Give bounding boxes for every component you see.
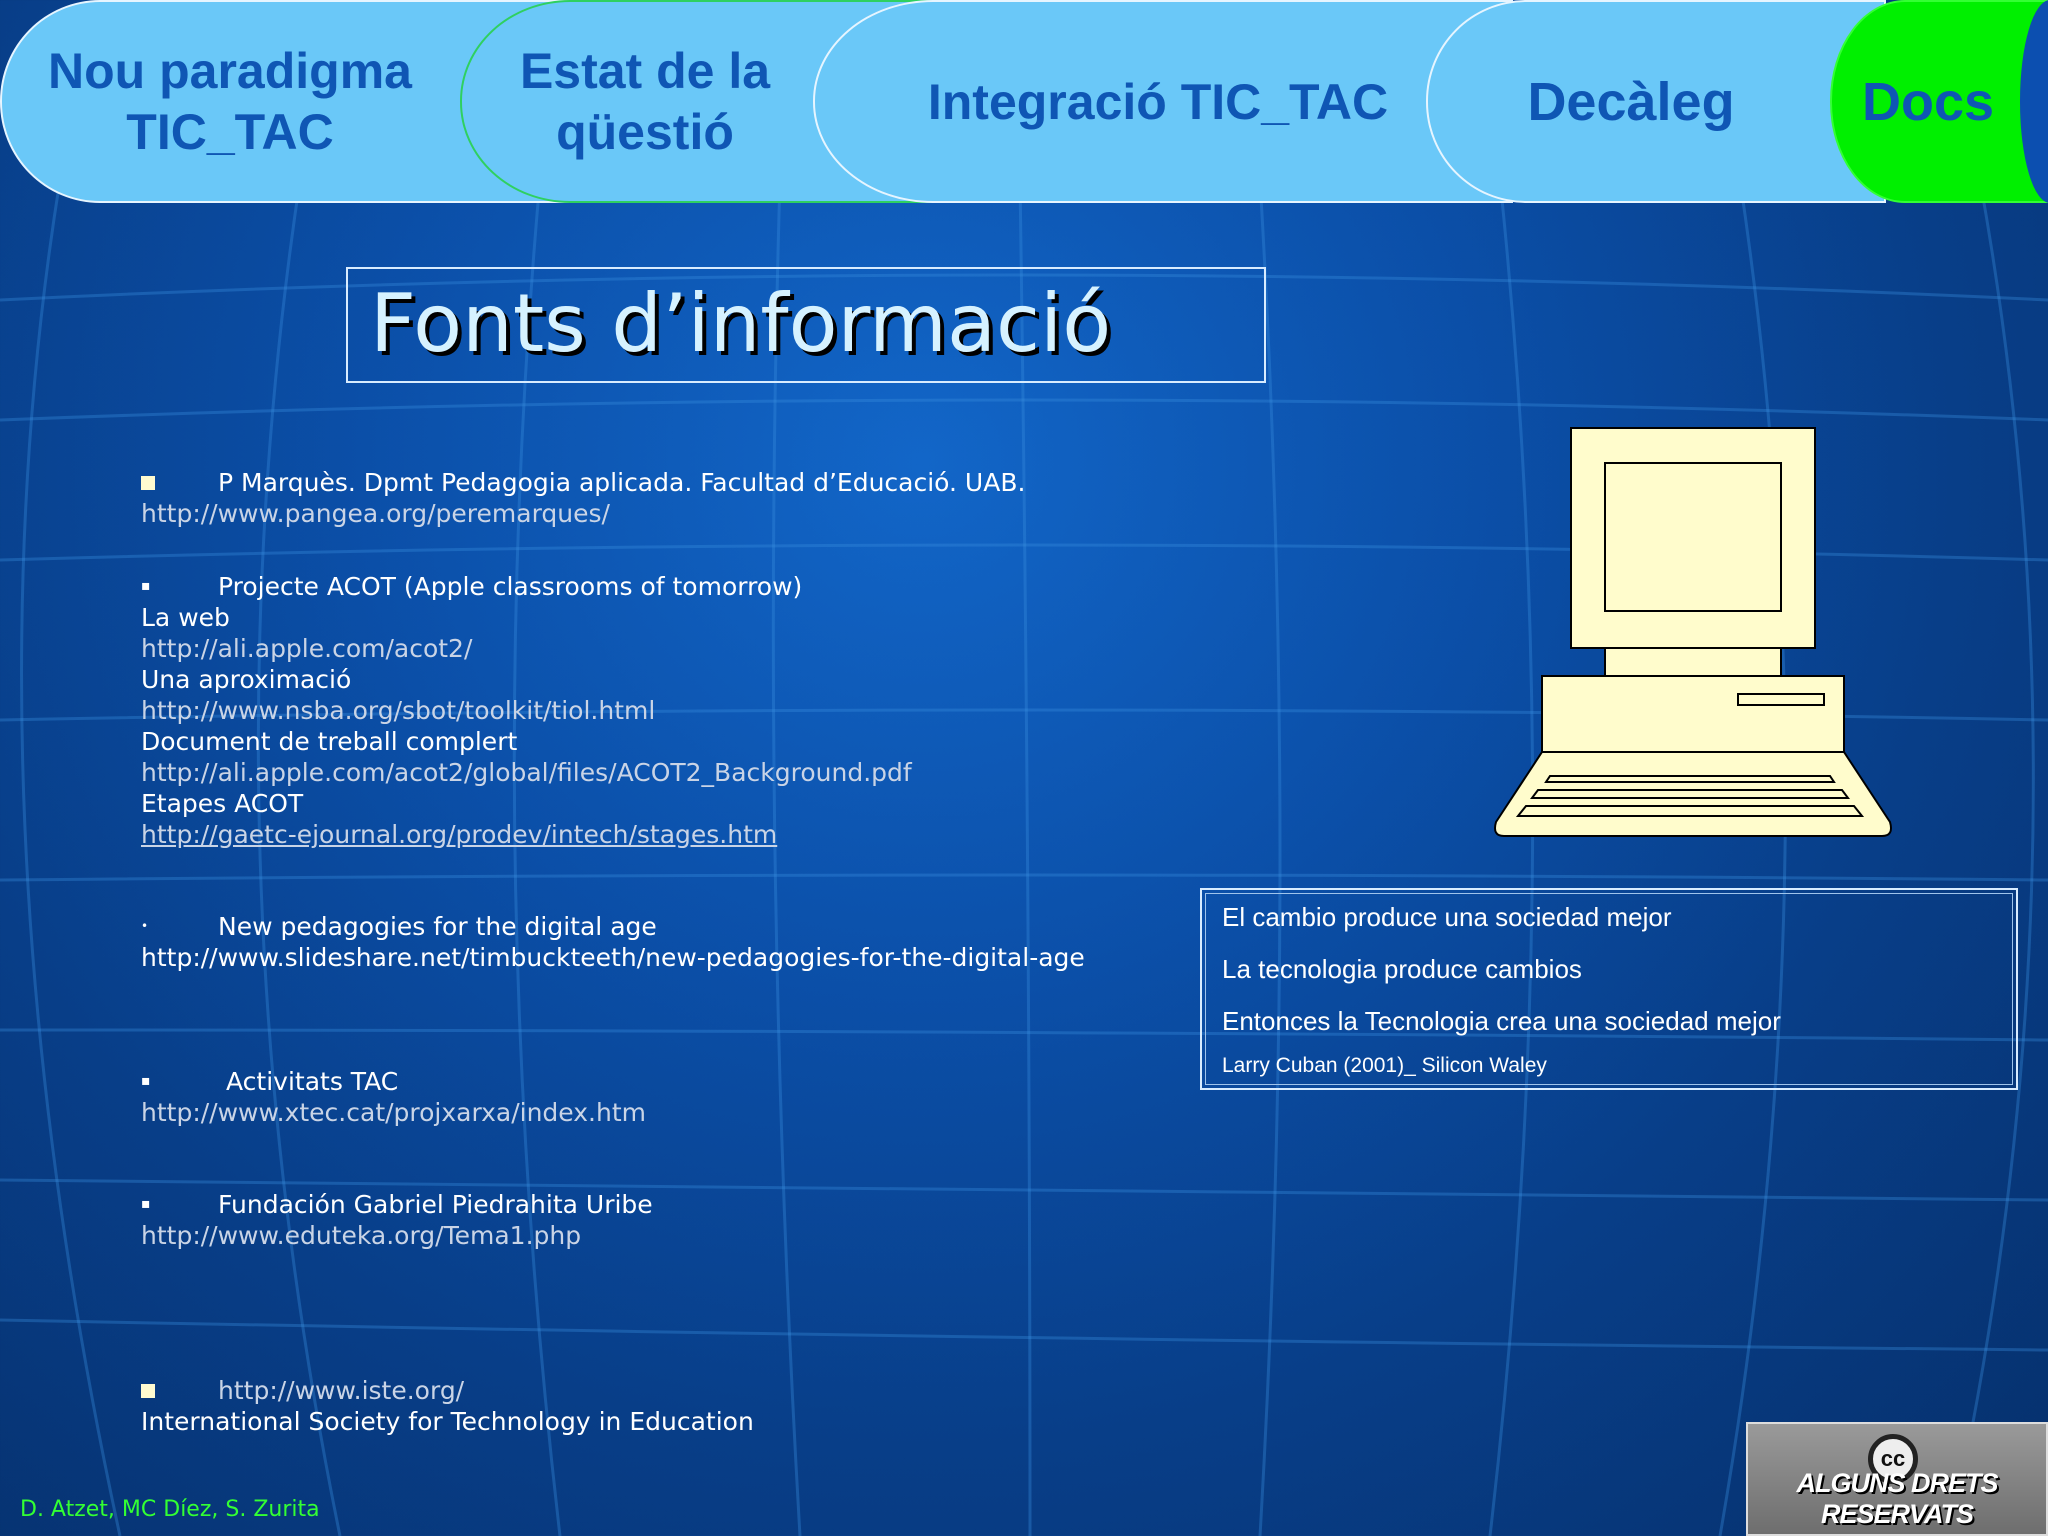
entry-desc: International Society for Technology in … <box>141 1407 754 1436</box>
list-item-fundacion: ▪ Fundación Gabriel Piedrahita Uribe htt… <box>141 1189 653 1251</box>
tab-label-line2: qüestió <box>556 103 734 160</box>
list-item-acot: ▪ Projecte ACOT (Apple classrooms of tom… <box>141 571 912 850</box>
computer-icon <box>1494 427 1892 837</box>
list-item-iste: http://www.iste.org/ International Socie… <box>141 1375 754 1437</box>
list-item-tac: ▪ Activitats TAC http://www.xtec.cat/pro… <box>141 1066 646 1128</box>
quote-box: El cambio produce una sociedad mejor La … <box>1200 888 2018 1090</box>
entry-head: New pedagogies for the digital age <box>218 912 657 941</box>
entry-head: Activitats TAC <box>226 1067 399 1096</box>
link-xtec[interactable]: http://www.xtec.cat/projxarxa/index.htm <box>141 1097 646 1128</box>
tab-label: Integració TIC_TAC <box>927 73 1389 130</box>
tab-label-line1: Estat de la <box>519 42 771 99</box>
entry-head: P Marquès. Dpmt Pedagogia aplicada. Facu… <box>218 468 1026 497</box>
tab-label-line2: TIC_TAC <box>126 103 334 160</box>
label-la-web: La web <box>141 603 230 632</box>
label-etapes: Etapes ACOT <box>141 789 304 818</box>
quote-line-1: El cambio produce una sociedad mejor <box>1222 902 1672 932</box>
list-item-marques: P Marquès. Dpmt Pedagogia aplicada. Facu… <box>141 467 1025 529</box>
link-nsba[interactable]: http://www.nsba.org/sbot/toolkit/tiol.ht… <box>141 695 912 726</box>
link-gaetc[interactable]: http://gaetc-ejournal.org/prodev/intech/… <box>141 819 912 850</box>
tab-integracio[interactable]: Integració TIC_TAC <box>813 0 1513 203</box>
bullet-icon: ▪ <box>141 1196 151 1212</box>
tab-label: Docs <box>1862 71 1995 132</box>
creative-commons-badge[interactable]: cc ALGUNS DRETS RESERVATS <box>1746 1422 2048 1536</box>
bullet-square-icon <box>141 476 155 490</box>
tab-label-line1: Nou paradigma <box>48 42 412 99</box>
license-text: ALGUNS DRETS RESERVATS <box>1796 1468 1998 1529</box>
tab-decaleg[interactable]: Decàleg <box>1426 0 1886 203</box>
tab-label: Decàleg <box>1527 71 1735 132</box>
link-acot2-background[interactable]: http://ali.apple.com/acot2/global/files/… <box>141 757 912 788</box>
bullet-icon: • <box>141 919 149 933</box>
label-aproximacio: Una aproximació <box>141 665 352 694</box>
label-document: Document de treball complert <box>141 727 518 756</box>
title-box: Fonts d’informació <box>346 267 1266 383</box>
quote-line-2: La tecnologia produce cambios <box>1222 954 1582 984</box>
bullet-square-icon <box>141 1384 155 1398</box>
list-item-pedagogies: • New pedagogies for the digital age htt… <box>141 911 1085 973</box>
quote-line-3: Entonces la Tecnologia crea una sociedad… <box>1222 1006 1781 1036</box>
bullet-icon: ▪ <box>141 578 151 594</box>
entry-head: Projecte ACOT (Apple classrooms of tomor… <box>218 572 803 601</box>
link-acot2[interactable]: http://ali.apple.com/acot2/ <box>141 633 912 664</box>
link-eduteka[interactable]: http://www.eduteka.org/Tema1.php <box>141 1220 653 1251</box>
authors-footer: D. Atzet, MC Díez, S. Zurita <box>20 1497 320 1522</box>
link-iste[interactable]: http://www.iste.org/ <box>141 1375 754 1406</box>
page-title: Fonts d’informació <box>370 277 1112 370</box>
link-pangea[interactable]: http://www.pangea.org/peremarques/ <box>141 498 1025 529</box>
bullet-icon: ▪ <box>141 1073 151 1089</box>
link-slideshare[interactable]: http://www.slideshare.net/timbuckteeth/n… <box>141 942 1085 973</box>
tab-docs[interactable]: Docs <box>1830 0 2048 203</box>
quote-citation: Larry Cuban (2001)_ Silicon Waley <box>1222 1054 1547 1077</box>
entry-head: Fundación Gabriel Piedrahita Uribe <box>218 1190 653 1219</box>
